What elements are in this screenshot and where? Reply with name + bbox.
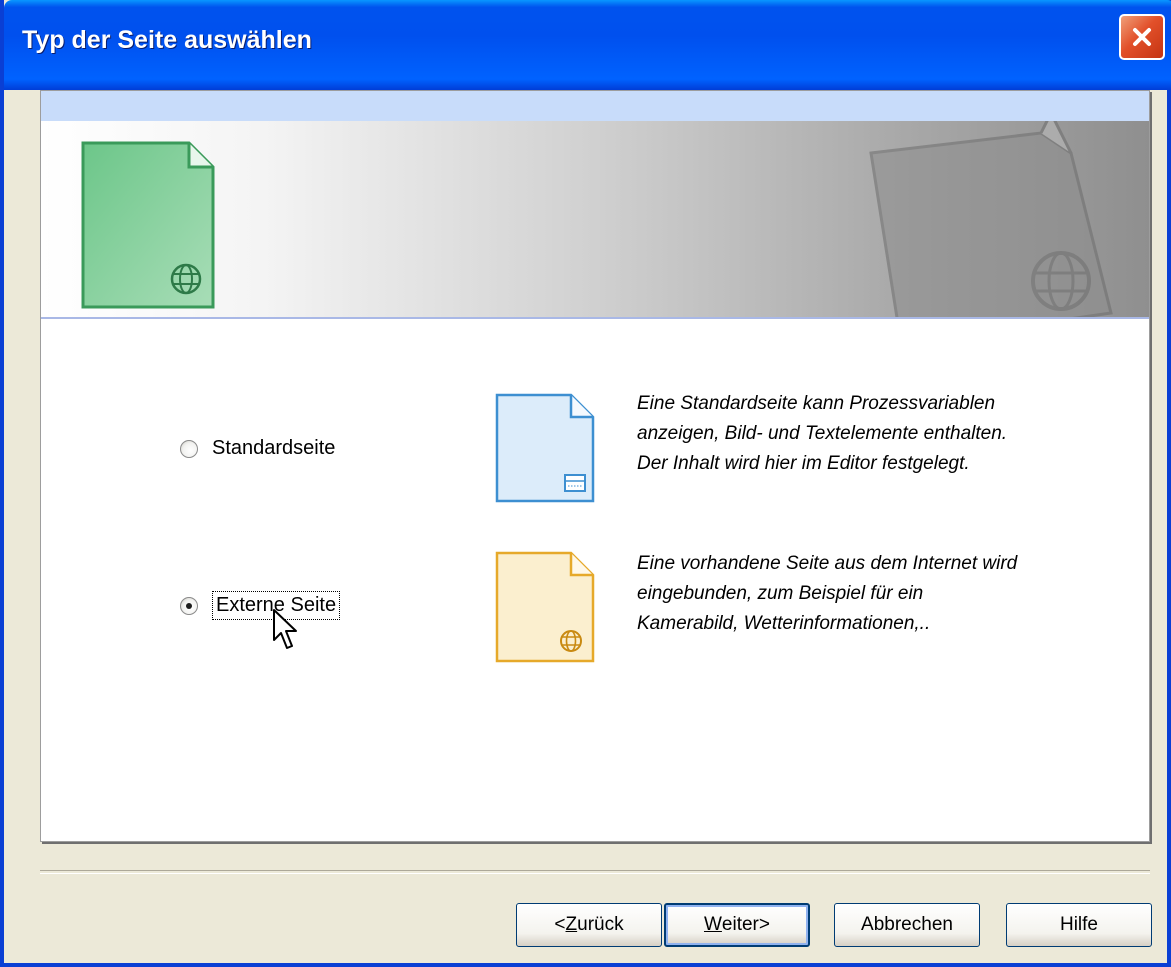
standard-desc-line-3: Der Inhalt wird hier im Editor festgeleg… — [637, 453, 970, 474]
title-bar[interactable]: Typ der Seite auswählen — [4, 0, 1171, 90]
radio-external-page[interactable]: Externe Seite — [180, 591, 341, 620]
external-desc-line-1: Eine vorhandene Seite aus dem Internet w… — [637, 553, 1018, 574]
back-button[interactable]: < Zurück — [516, 903, 662, 947]
page-watermark-icon — [869, 121, 1113, 317]
header-strip — [41, 91, 1149, 121]
next-button-suffix: > — [758, 914, 770, 935]
back-button-accesskey: Z — [565, 914, 578, 935]
wizard-banner — [41, 121, 1149, 319]
radio-button-standard[interactable] — [180, 439, 198, 458]
window-title: Typ der Seite auswählen — [22, 26, 312, 54]
wizard-window: Typ der Seite auswählen Standardseite Ei… — [0, 0, 1171, 967]
close-icon — [1133, 28, 1151, 46]
external-page-icon — [495, 551, 595, 663]
help-button[interactable]: Hilfe — [1006, 903, 1152, 947]
green-page-globe-icon — [81, 141, 215, 309]
external-desc-line-2: eingebunden, zum Beispiel für ein — [637, 583, 924, 604]
external-desc-line-3: Kamerabild, Wetterinformationen,.. — [637, 613, 931, 634]
back-button-label: urück — [577, 914, 624, 935]
standard-desc-line-2: anzeigen, Bild- und Textelemente enthalt… — [637, 423, 1008, 444]
close-button[interactable] — [1119, 14, 1165, 60]
back-button-prefix: < — [554, 914, 566, 935]
standard-page-icon — [495, 393, 595, 503]
standard-page-description: Eine Standardseite kann Prozessvariablen… — [637, 389, 1067, 479]
radio-label-standard[interactable]: Standardseite — [212, 437, 335, 460]
next-button[interactable]: Weiter > — [664, 903, 810, 947]
external-page-description: Eine vorhandene Seite aus dem Internet w… — [637, 549, 1067, 639]
button-separator — [40, 870, 1150, 874]
cancel-button[interactable]: Abbrechen — [834, 903, 980, 947]
wizard-content: Standardseite Eine Standardseite kann Pr… — [40, 90, 1150, 842]
next-button-accesskey: W — [703, 914, 722, 935]
mouse-cursor-icon — [273, 609, 297, 649]
radio-button-external[interactable] — [180, 596, 198, 615]
radio-standard-page[interactable]: Standardseite — [180, 437, 335, 460]
next-button-label: eiter — [721, 914, 759, 935]
standard-desc-line-1: Eine Standardseite kann Prozessvariablen — [637, 393, 996, 414]
